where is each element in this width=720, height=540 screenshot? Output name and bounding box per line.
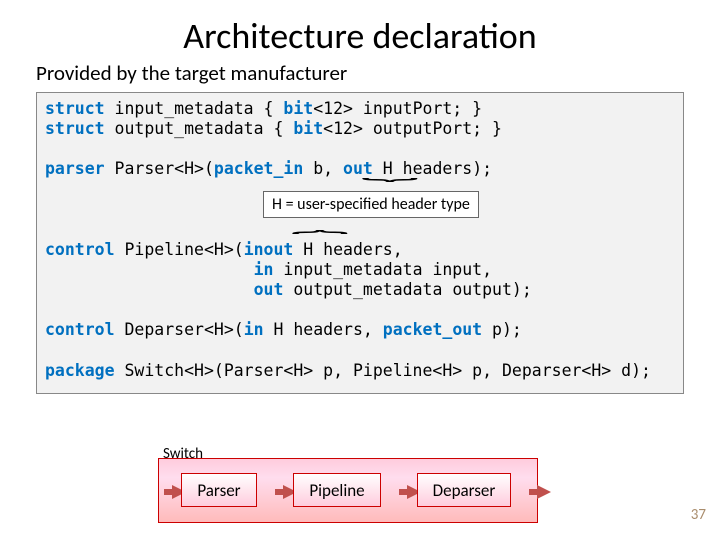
page-number: 37 xyxy=(691,506,706,524)
arrow-icon xyxy=(537,485,551,499)
code-box: struct input_metadata { bit<12> inputPor… xyxy=(36,92,684,394)
parser-stage: Parser xyxy=(181,473,257,507)
pipeline-stage: Pipeline xyxy=(293,473,381,507)
slide: Architecture declaration Provided by the… xyxy=(0,0,720,540)
callout-box: H = user-specified header type xyxy=(263,191,479,218)
slide-title: Architecture declaration xyxy=(36,14,684,58)
code-content: struct input_metadata { bit<12> inputPor… xyxy=(45,99,675,381)
switch-label: Switch xyxy=(163,445,203,463)
slide-subtitle: Provided by the target manufacturer xyxy=(36,60,684,86)
switch-diagram: Switch Parser Pipeline Deparser xyxy=(158,458,538,523)
deparser-stage: Deparser xyxy=(417,473,511,507)
